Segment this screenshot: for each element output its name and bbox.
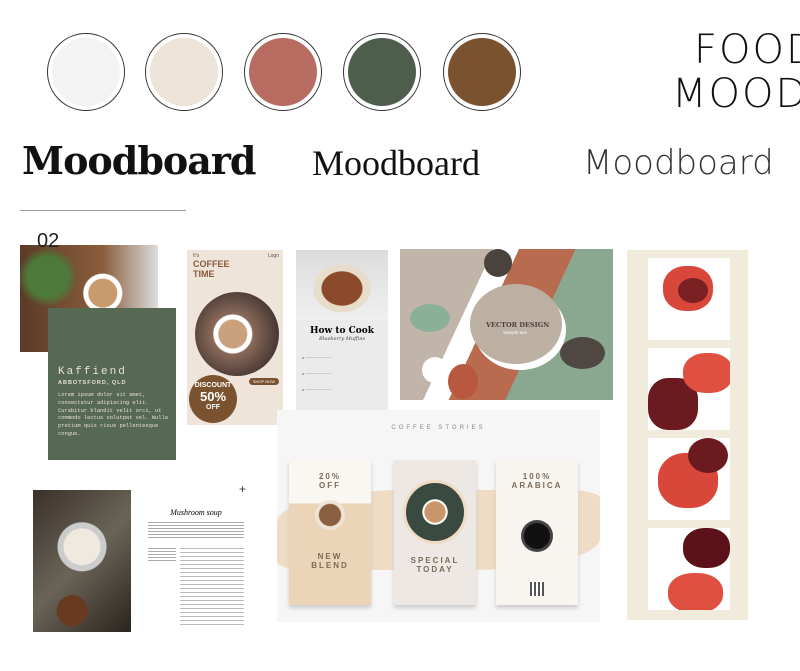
food-mood-logo: FOOD MOOD <box>672 27 800 117</box>
abstract-tile <box>648 348 730 430</box>
vector-design-artwork: VECTOR DESIGN Sample text <box>400 249 613 400</box>
abstract-tile <box>648 258 730 340</box>
recipe-document-page: + Mushroom soup <box>140 480 252 640</box>
coffee-cup-image <box>315 500 345 530</box>
black-coffee-image <box>521 520 553 552</box>
plus-icon: + <box>238 482 246 496</box>
soup-photo <box>33 490 131 632</box>
swatch <box>145 33 223 111</box>
story-card: 20% OFF NEW BLEND <box>289 460 371 605</box>
swatch <box>343 33 421 111</box>
card-number: 02 <box>37 230 60 252</box>
abstract-tile <box>648 438 730 520</box>
swatch <box>443 33 521 111</box>
swatch <box>47 33 125 111</box>
recipe-poster: How to Cook Blueberry Muffins ● ────────… <box>296 250 388 422</box>
muffin-image <box>296 250 388 320</box>
recipe-steps: ● ───────── ● ───────── ● ───────── <box>302 355 332 392</box>
story-card: 100% ARABICA <box>496 460 578 605</box>
story-card: SPECIAL TODAY <box>394 460 476 605</box>
qr-code <box>530 582 544 596</box>
heading-thin: Moodboard <box>583 143 774 183</box>
divider <box>20 210 186 211</box>
abstract-tile <box>648 528 730 610</box>
heading-serif: Moodboard <box>312 143 480 183</box>
discount-badge: DISCOUNT 50% OFF <box>189 375 237 423</box>
coffee-hands-image <box>195 292 279 376</box>
swatch <box>244 33 322 111</box>
coffee-time-poster: It's Logo COFFEE TIME SHOP NOW DISCOUNT … <box>187 250 283 425</box>
info-card: Kaffiend ABBOTSFORD, QLD Lorem ipsum dol… <box>48 308 176 460</box>
latte-image <box>403 480 467 544</box>
heading-bold: Moodboard <box>22 138 256 183</box>
